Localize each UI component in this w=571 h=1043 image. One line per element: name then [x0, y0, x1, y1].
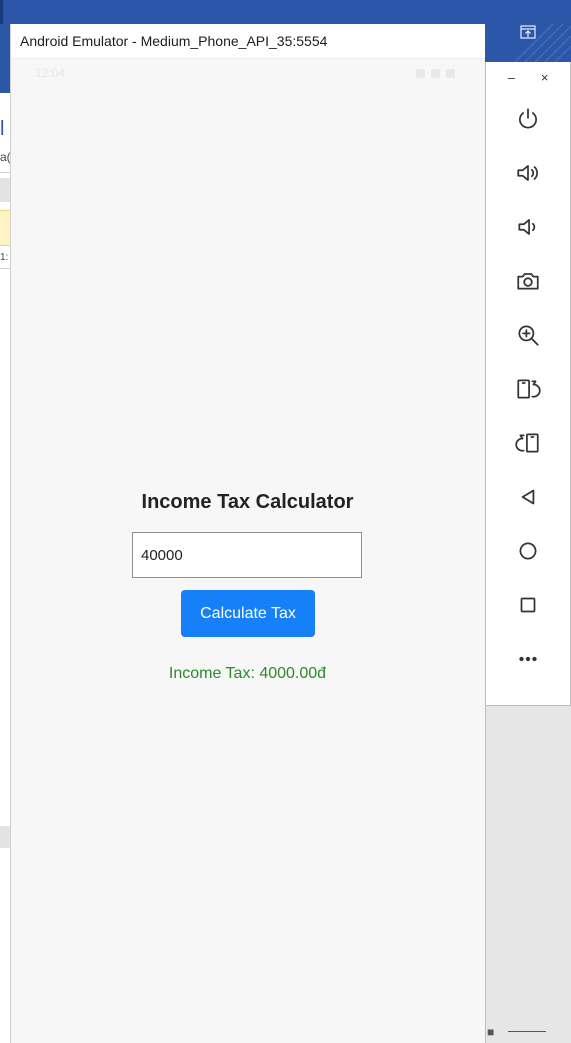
camera-icon — [517, 273, 539, 290]
background-lower-strip — [0, 826, 10, 848]
toolbar-window-controls: – × — [486, 62, 570, 92]
app-title: Income Tax Calculator — [141, 491, 354, 513]
background-status-line — [508, 1031, 547, 1032]
volume-down-icon — [518, 219, 536, 235]
minimize-button[interactable]: – — [508, 70, 515, 85]
android-status-bar: 12:04 — [11, 59, 485, 87]
zoom-button[interactable] — [486, 308, 570, 362]
rotate-left-button[interactable] — [486, 362, 570, 416]
power-icon — [519, 108, 537, 129]
more-icon — [519, 656, 537, 662]
status-time: 12:04 — [35, 66, 66, 80]
window-mode-icon[interactable] — [518, 25, 538, 41]
emulator-titlebar[interactable]: Android Emulator - Medium_Phone_API_35:5… — [11, 24, 485, 59]
overview-icon — [520, 597, 536, 613]
emulator-window: Android Emulator - Medium_Phone_API_35:5… — [10, 24, 485, 1043]
emulator-toolbar: – × — [485, 62, 571, 706]
background-window-fragment: a( — [0, 150, 10, 164]
back-button[interactable] — [486, 470, 570, 524]
rotate-right-icon — [515, 433, 539, 453]
emulator-title: Android Emulator - Medium_Phone_API_35:5… — [20, 33, 328, 49]
rotate-left-icon — [517, 379, 541, 399]
wifi-icon — [416, 68, 425, 78]
zoom-in-icon — [518, 325, 539, 346]
power-button[interactable] — [486, 92, 570, 146]
background-status-area: ■ — [485, 1020, 571, 1043]
volume-up-button[interactable] — [486, 146, 570, 200]
screenshot-button[interactable] — [486, 254, 570, 308]
desktop: l a( 1: Android Emulator - Medium_Phone_… — [0, 0, 571, 1043]
background-window-header-stripe — [0, 0, 3, 24]
background-window-fragment: l — [0, 118, 5, 140]
signal-icon — [431, 68, 440, 78]
volume-up-icon — [517, 165, 538, 181]
status-icons — [416, 68, 455, 78]
calculate-tax-button[interactable]: Calculate Tax — [181, 590, 315, 637]
app-screen: Income Tax Calculator Calculate Tax Inco… — [11, 87, 486, 1043]
overview-button[interactable] — [486, 578, 570, 632]
background-window-fragment: 1: — [0, 252, 9, 263]
volume-down-button[interactable] — [486, 200, 570, 254]
background-divider — [0, 172, 10, 173]
toolbar-header — [485, 24, 571, 62]
background-divider — [0, 268, 10, 269]
battery-icon — [446, 68, 455, 78]
background-panel — [485, 706, 571, 1043]
back-icon — [521, 489, 535, 505]
more-button[interactable] — [486, 632, 570, 686]
income-input[interactable] — [132, 532, 362, 578]
rotate-right-button[interactable] — [486, 416, 570, 470]
background-status-icon: ■ — [487, 1024, 495, 1039]
income-tax-result: Income Tax: 4000.00đ — [168, 665, 327, 682]
background-tab — [0, 178, 10, 202]
home-button[interactable] — [486, 524, 570, 578]
close-button[interactable]: × — [541, 70, 549, 85]
home-icon — [519, 542, 537, 560]
